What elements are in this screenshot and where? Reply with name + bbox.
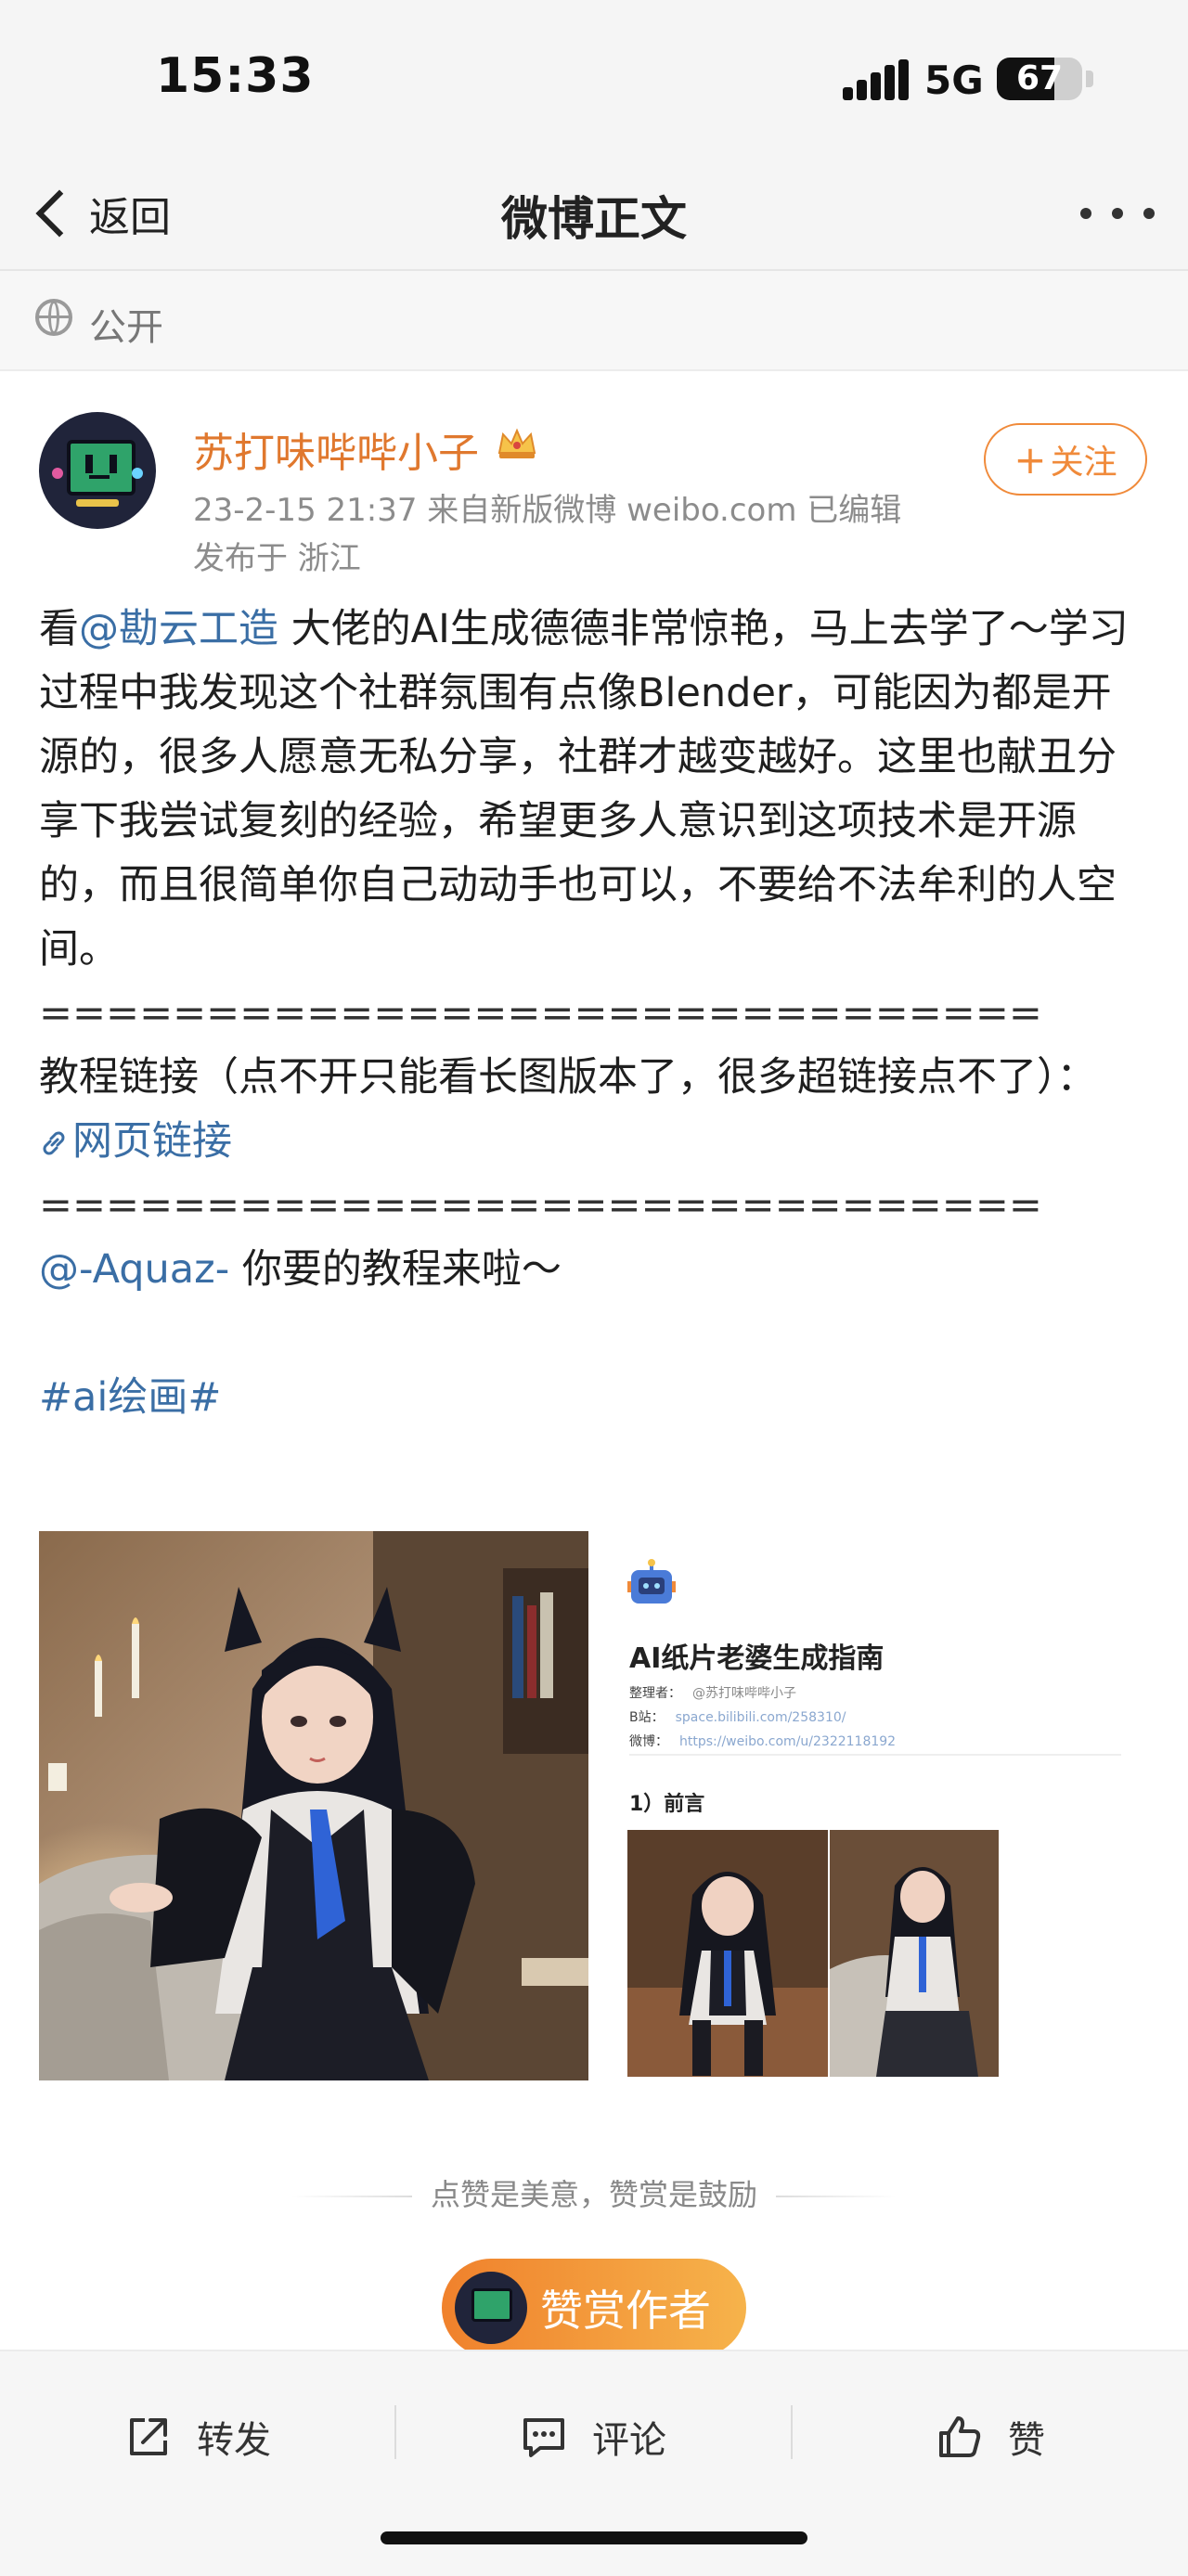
plus-icon: +	[1014, 436, 1047, 483]
mention-link[interactable]: @勘云工造	[79, 606, 278, 652]
battery-level: 67	[1015, 59, 1064, 97]
post-text: 看	[39, 606, 79, 652]
doc-value: https://weibo.com/u/2322118192	[679, 1734, 897, 1749]
author-name[interactable]: 苏打味哔哔小子	[193, 419, 479, 479]
author-avatar-small	[455, 2272, 527, 2344]
share-icon	[130, 2418, 167, 2455]
status-bar: 15:33 5G 67	[0, 0, 1188, 158]
doc-weibo-row: 微博： https://weibo.com/u/2322118192	[629, 1732, 896, 1750]
crown-icon	[497, 428, 536, 458]
divider	[791, 2405, 793, 2459]
doc-thumbnail	[627, 1830, 828, 2077]
comment-label: 评论	[592, 2419, 666, 2462]
post-text: 你要的教程来啦～	[229, 1246, 562, 1293]
robot-icon	[627, 1559, 676, 1604]
doc-section-heading: 1）前言	[629, 1793, 705, 1816]
more-dot-icon	[1143, 208, 1155, 219]
signal-icon	[843, 59, 910, 100]
divider	[394, 2405, 396, 2459]
post-text: 大佬的AI生成德德非常惊艳，马上去学了～学习过程中我发现这个社群氛围有点像Ble…	[39, 606, 1129, 972]
thumbs-up-icon	[939, 2416, 981, 2457]
follow-label: 关注	[1050, 444, 1117, 482]
like-button[interactable]: 赞	[936, 2392, 1045, 2481]
doc-value: space.bilibili.com/258310/	[675, 1710, 846, 1725]
reward-author-button[interactable]: 赞赏作者	[442, 2259, 746, 2357]
anime-girl-illustration	[39, 1531, 588, 2080]
author-avatar[interactable]	[39, 412, 156, 529]
link-icon	[43, 1131, 65, 1155]
more-options-button[interactable]	[1080, 195, 1155, 232]
post-meta: 23-2-15 21:37 来自新版微博 weibo.com 已编辑	[193, 492, 902, 529]
mention-link[interactable]: @-Aquaz-	[39, 1246, 229, 1293]
battery-icon: 67	[997, 58, 1082, 100]
like-label: 赞	[1008, 2419, 1045, 2462]
post-body: 看@勘云工造 大佬的AI生成德德非常惊艳，马上去学了～学习过程中我发现这个社群氛…	[39, 598, 1149, 1430]
web-link[interactable]: 网页链接	[72, 1118, 232, 1165]
follow-button[interactable]: + 关注	[984, 423, 1147, 496]
reward-hint: 点赞是美意，赞赏是鼓励	[0, 2171, 1188, 2214]
comment-icon	[523, 2418, 564, 2457]
more-dot-icon	[1080, 208, 1091, 219]
doc-bili-row: B站： space.bilibili.com/258310/	[629, 1707, 846, 1726]
nav-bar: 返回 微博正文	[0, 158, 1188, 271]
avatar-robot-face	[67, 440, 136, 496]
comment-button[interactable]: 评论	[520, 2392, 666, 2481]
status-time: 15:33	[156, 48, 315, 104]
doc-organizer-row: 整理者： @苏打味哔哔小子	[629, 1683, 796, 1702]
hashtag-link[interactable]: #ai绘画#	[39, 1374, 221, 1421]
doc-value: @苏打味哔哔小子	[692, 1686, 796, 1701]
doc-label: 微博：	[629, 1734, 668, 1749]
visibility-label: 公开	[89, 306, 163, 349]
more-dot-icon	[1112, 208, 1123, 219]
separator-line: ==============================	[39, 1182, 1042, 1229]
reward-button-label: 赞赏作者	[540, 2286, 711, 2336]
doc-thumbnail	[830, 1830, 999, 2077]
repost-label: 转发	[197, 2419, 271, 2462]
home-indicator	[381, 2531, 807, 2544]
tutorial-note: 教程链接（点不开只能看长图版本了，很多超链接点不了）：	[39, 1054, 1097, 1101]
globe-icon	[35, 299, 72, 336]
visibility-row: 公开	[0, 271, 1188, 371]
post-image-1[interactable]	[39, 1531, 588, 2080]
divider-right	[776, 2196, 897, 2197]
post-image-2[interactable]: AI纸片老婆生成指南 整理者： @苏打味哔哔小子 B站： space.bilibil…	[601, 1531, 1149, 2080]
reward-hint-text: 点赞是美意，赞赏是鼓励	[430, 2177, 757, 2212]
post-paragraph: @-Aquaz- 你要的教程来啦～	[39, 1238, 1149, 1302]
post-location: 发布于 浙江	[193, 540, 361, 577]
web-link-row: 网页链接	[39, 1110, 1149, 1174]
battery-tip	[1086, 71, 1093, 87]
divider-left	[291, 2196, 412, 2197]
post-paragraph: 看@勘云工造 大佬的AI生成德德非常惊艳，马上去学了～学习过程中我发现这个社群氛…	[39, 598, 1149, 982]
doc-label: B站：	[629, 1710, 665, 1725]
repost-button[interactable]: 转发	[124, 2392, 271, 2481]
page-title: 微博正文	[501, 192, 687, 246]
doc-label: 整理者：	[629, 1686, 681, 1701]
doc-title: AI纸片老婆生成指南	[629, 1642, 885, 1675]
network-type: 5G	[924, 58, 984, 103]
separator-line: ==============================	[39, 990, 1042, 1037]
